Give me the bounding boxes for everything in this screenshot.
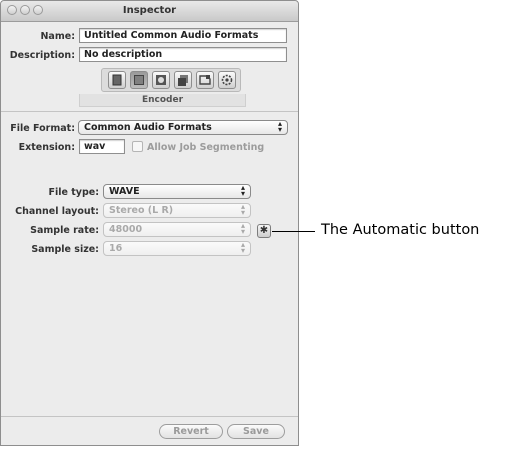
encoder-icon — [134, 75, 144, 85]
tab-encoder[interactable] — [130, 71, 148, 89]
file-type-popup[interactable]: WAVE ▴ ▾ — [103, 184, 251, 199]
actions-icon — [221, 74, 233, 86]
sample-rate-label: Sample rate: — [30, 225, 99, 236]
summary-icon — [112, 74, 122, 86]
extension-field[interactable]: wav — [79, 139, 125, 154]
description-label: Description: — [9, 50, 75, 61]
sample-size-popup[interactable]: 16 ▴ ▾ — [103, 241, 251, 256]
gear-icon: ✱ — [259, 225, 269, 236]
popup-arrows-icon: ▴ ▾ — [240, 221, 245, 236]
tab-filters[interactable] — [196, 71, 214, 89]
extension-label: Extension: — [18, 142, 75, 153]
file-format-label: File Format: — [10, 123, 75, 134]
tab-summary[interactable] — [108, 71, 126, 89]
description-field[interactable]: No description — [79, 47, 287, 62]
file-type-value: WAVE — [109, 186, 140, 197]
sample-rate-popup[interactable]: 48000 ▴ ▾ — [103, 222, 251, 237]
file-format-value: Common Audio Formats — [84, 122, 212, 133]
allow-job-segmenting-checkbox[interactable] — [132, 141, 143, 152]
tab-actions[interactable] — [218, 71, 236, 89]
tab-geometry[interactable] — [174, 71, 192, 89]
geometry-icon — [178, 75, 188, 86]
window-title: Inspector — [122, 5, 177, 16]
popup-arrows-icon: ▴ ▾ — [240, 183, 245, 198]
filters-icon — [199, 75, 211, 85]
callout-line — [272, 231, 315, 232]
divider — [1, 111, 298, 112]
channel-layout-label: Channel layout: — [15, 206, 99, 217]
allow-job-segmenting-label: Allow Job Segmenting — [147, 142, 265, 153]
file-format-popup[interactable]: Common Audio Formats ▴ ▾ — [78, 120, 288, 135]
channel-layout-popup[interactable]: Stereo (L R) ▴ ▾ — [103, 203, 251, 218]
tab-frame-controls[interactable] — [152, 71, 170, 89]
popup-arrows-icon: ▴ ▾ — [277, 119, 282, 134]
revert-button[interactable]: Revert — [159, 424, 223, 439]
name-label: Name: — [40, 31, 75, 42]
title-bar[interactable]: Inspector — [1, 1, 298, 22]
inspector-tab-bar — [101, 68, 241, 92]
save-button[interactable]: Save — [227, 424, 285, 439]
sample-rate-value: 48000 — [109, 224, 143, 235]
file-type-label: File type: — [48, 187, 99, 198]
popup-arrows-icon: ▴ ▾ — [240, 202, 245, 217]
popup-arrows-icon: ▴ ▾ — [240, 240, 245, 255]
footer-divider — [1, 416, 298, 417]
name-field[interactable]: Untitled Common Audio Formats — [79, 28, 287, 43]
automatic-button[interactable]: ✱ — [257, 224, 271, 238]
sample-size-value: 16 — [109, 243, 123, 254]
callout-label: The Automatic button — [321, 222, 480, 238]
inspector-window: Inspector Name: Untitled Common Audio Fo… — [0, 0, 299, 446]
frame-controls-icon — [156, 75, 166, 85]
tab-label-encoder[interactable]: Encoder — [79, 94, 246, 107]
channel-layout-value: Stereo (L R) — [109, 205, 174, 216]
sample-size-label: Sample size: — [31, 244, 99, 255]
